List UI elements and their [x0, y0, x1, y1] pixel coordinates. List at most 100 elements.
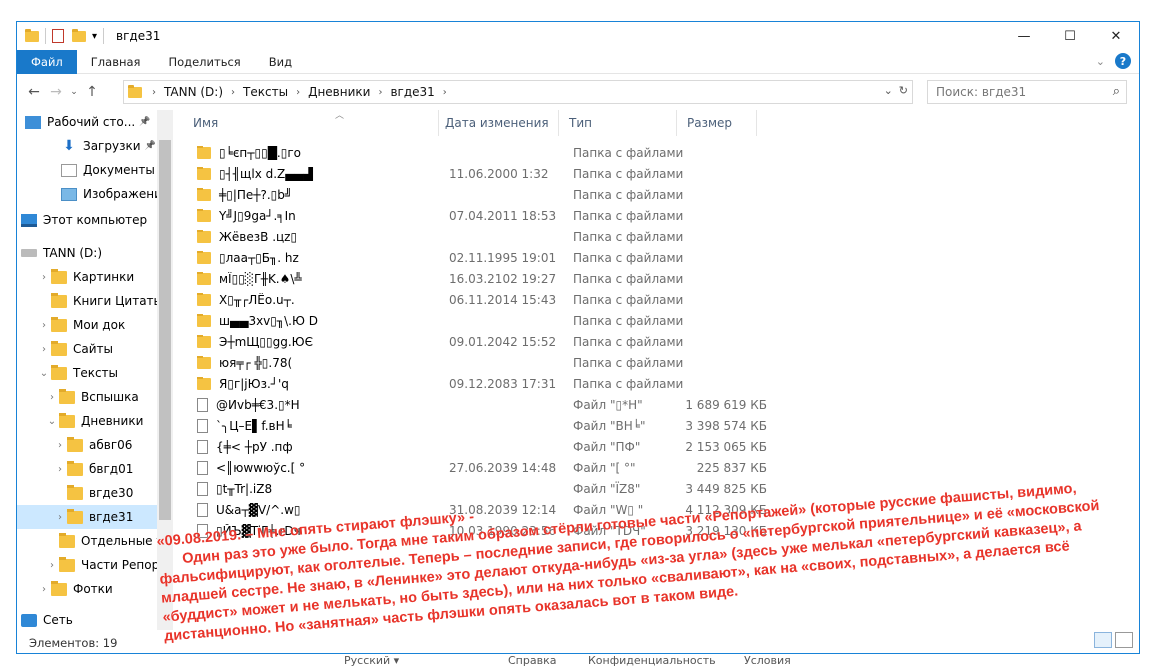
breadcrumb-current[interactable]: вгде31 — [386, 85, 438, 99]
scrollbar-thumb[interactable] — [159, 140, 171, 520]
file-row[interactable]: ЖёвезВ .цz▯ Папка с файлами — [177, 226, 1139, 247]
chevron-down-icon[interactable]: ⌄ — [45, 416, 59, 427]
file-row[interactable]: ▯┤╢щlх d.Z▄▄▟ 11.06.2000 1:32 Папка с файл… — [177, 163, 1139, 184]
nav-item-label: Этот компьютер — [43, 213, 148, 227]
file-name: ЖёвезВ .цz▯ — [219, 229, 298, 244]
minimize-button[interactable]: — — [1001, 22, 1047, 50]
file-row[interactable]: ▯╘єп┬▯▯█.▯го Папка с файлами — [177, 142, 1139, 163]
breadcrumb-texts[interactable]: Тексты — [239, 85, 292, 99]
tab-view[interactable]: Вид — [255, 50, 306, 74]
file-row[interactable]: Я▯г|jЮз.┘'q 09.12.2083 17:31 Папка с файла… — [177, 373, 1139, 394]
chevron-right-icon[interactable]: › — [37, 320, 51, 331]
navigation-scrollbar[interactable] — [157, 110, 173, 630]
file-row[interactable]: {╪< ┼рУ .пф Файл "ПФ" 2 153 065 КБ — [177, 436, 1139, 457]
chevron-right-icon[interactable]: › — [148, 87, 160, 98]
column-name[interactable]: Имя ︿ — [177, 110, 439, 136]
nav-item[interactable]: Сеть — [21, 608, 73, 630]
tab-file[interactable]: Файл — [17, 49, 77, 74]
footer-help[interactable]: Справка — [508, 656, 556, 667]
nav-item[interactable]: TANN (D:) — [21, 241, 102, 265]
file-name-cell: ▯t╥Tr|.iZ8 — [177, 481, 439, 496]
file-row[interactable]: юя╤┌ ╬▯.78(Папка с файлами — [177, 352, 1139, 373]
chevron-right-icon[interactable]: › — [53, 464, 67, 475]
tab-share[interactable]: Поделиться — [154, 50, 254, 74]
recent-locations-icon[interactable]: ⌄ — [67, 87, 81, 97]
folder-icon[interactable] — [25, 28, 39, 42]
chevron-right-icon[interactable]: › — [292, 87, 304, 98]
search-input[interactable]: Поиск: вгде31 ⌕ — [927, 80, 1127, 104]
nav-item[interactable]: Этот компьютер — [21, 208, 147, 232]
nav-item[interactable]: ⌄ Тексты — [37, 361, 118, 385]
file-row[interactable]: ▯t╥Tr|.iZ8 Файл "ÏZ8" 3 449 825 КБ — [177, 478, 1139, 499]
nav-item[interactable]: ⬇ Загрузки 📌 — [47, 134, 156, 158]
chevron-right-icon[interactable]: › — [45, 392, 59, 403]
column-type[interactable]: Тип — [559, 110, 677, 136]
chevron-down-icon[interactable]: ⌄ — [884, 84, 893, 97]
chevron-right-icon[interactable]: › — [37, 584, 51, 595]
file-row[interactable]: ╪▯|Пе┼?.▯b╝ Папка с файлами — [177, 184, 1139, 205]
new-folder-icon[interactable] — [72, 28, 86, 42]
details-view-icon[interactable] — [1094, 632, 1112, 648]
chevron-right-icon[interactable]: › — [37, 344, 51, 355]
nav-item[interactable]: › Сайты — [37, 337, 113, 361]
chevron-down-icon[interactable]: ⌄ — [37, 368, 51, 379]
file-row[interactable]: U&а┬▓V/^.w▯ 31.08.2039 12:14 Файл "W▯ " 4 1… — [177, 499, 1139, 520]
file-row[interactable]: `╮Ц–Е▌f.вН╘ Файл "ВН╘" 3 398 574 КБ — [177, 415, 1139, 436]
chevron-right-icon[interactable]: › — [53, 440, 67, 451]
file-row[interactable]: ▯ЙЪ▓TiГ╪.rDч 10.03.1990 23:56 Файл "TDЧ" 3 … — [177, 520, 1139, 541]
back-icon[interactable]: ← — [23, 84, 45, 100]
nav-item[interactable]: › Вспышка — [45, 385, 139, 409]
file-row[interactable]: Э┼mЩ▯▯gg.ЮЄ 09.01.2042 15:52 Папка с файла… — [177, 331, 1139, 352]
refresh-icon[interactable]: ↻ — [899, 84, 908, 97]
properties-icon[interactable] — [52, 29, 64, 43]
nav-item[interactable]: вгде30 — [53, 481, 133, 505]
nav-item[interactable]: Рабочий сто... 📌 — [25, 110, 150, 134]
file-row[interactable]: <║юwwюўс.[ ° 27.06.2039 14:48 Файл "[ °" 22… — [177, 457, 1139, 478]
up-icon[interactable]: ↑ — [81, 84, 103, 100]
nav-item[interactable]: › Картинки — [37, 265, 134, 289]
file-row[interactable]: Y╝J▯9gа┘.╕In 07.04.2011 18:53 Папка с файл… — [177, 205, 1139, 226]
nav-item[interactable]: ⌄ Дневники — [45, 409, 143, 433]
chevron-right-icon[interactable]: › — [374, 87, 386, 98]
nav-item[interactable]: › Мои док — [37, 313, 125, 337]
chevron-right-icon[interactable]: › — [439, 87, 451, 98]
chevron-right-icon[interactable]: › — [45, 560, 59, 571]
nav-item[interactable]: Книги Цитаты С — [37, 289, 157, 313]
file-name-cell: мÏ▯▯░Γ╫K.♠\╩ — [177, 271, 439, 286]
file-row[interactable]: Х▯╥┌ЛЁо.u┬. 06.11.2014 15:43 Папка с файла… — [177, 289, 1139, 310]
large-icons-view-icon[interactable] — [1115, 632, 1133, 648]
expand-ribbon-icon[interactable]: ⌄ — [1096, 55, 1105, 68]
column-size[interactable]: Размер — [677, 110, 757, 136]
column-date[interactable]: Дата изменения — [439, 110, 559, 136]
file-type: Папка с файлами — [573, 376, 684, 391]
file-row[interactable]: ▯лаа┬▯Б╖. hz 02.11.1995 19:01 Папка с файл… — [177, 247, 1139, 268]
nav-item[interactable]: › Части Репорта — [45, 553, 157, 577]
chevron-right-icon[interactable]: › — [53, 512, 67, 523]
nav-item[interactable]: › Фотки — [37, 577, 113, 601]
tab-home[interactable]: Главная — [77, 50, 155, 74]
file-row[interactable]: @Иvb╪€3.▯*H Файл "▯*H" 1 689 619 КБ — [177, 394, 1139, 415]
customize-toolbar-icon[interactable]: ▾ — [92, 31, 97, 42]
chevron-right-icon[interactable]: › — [37, 272, 51, 283]
close-button[interactable]: ✕ — [1093, 22, 1139, 50]
chevron-right-icon[interactable]: › — [227, 87, 239, 98]
file-row[interactable]: мÏ▯▯░Γ╫K.♠\╩ 16.03.2102 19:27 Папка с файл… — [177, 268, 1139, 289]
help-icon[interactable]: ? — [1115, 53, 1131, 69]
file-row[interactable]: ш▄▄3хv▯╖\.Ю D Папка с файлами — [177, 310, 1139, 331]
breadcrumb-diaries[interactable]: Дневники — [304, 85, 374, 99]
footer-language-label: Русский — [344, 656, 391, 667]
footer-language[interactable]: Русский ▾ — [344, 656, 399, 667]
nav-item[interactable]: › вгде31 — [17, 505, 157, 529]
forward-icon[interactable]: → — [45, 84, 67, 100]
file-date: 31.08.2039 12:14 — [449, 502, 557, 517]
footer-privacy[interactable]: Конфиденциальность — [588, 656, 716, 667]
footer-terms[interactable]: Условия — [744, 656, 791, 667]
nav-item[interactable]: › абвг06 — [53, 433, 132, 457]
nav-item[interactable]: › бвгд01 — [53, 457, 133, 481]
nav-item[interactable]: Отдельные тек — [45, 529, 157, 553]
maximize-button[interactable]: ☐ — [1047, 22, 1093, 50]
breadcrumb-drive[interactable]: TANN (D:) — [160, 85, 227, 99]
address-bar[interactable]: › TANN (D:) › Тексты › Дневники › вгде31… — [123, 80, 913, 104]
nav-item[interactable]: Документы📌 — [47, 158, 157, 182]
nav-item[interactable]: Изображени📌 — [47, 182, 157, 206]
